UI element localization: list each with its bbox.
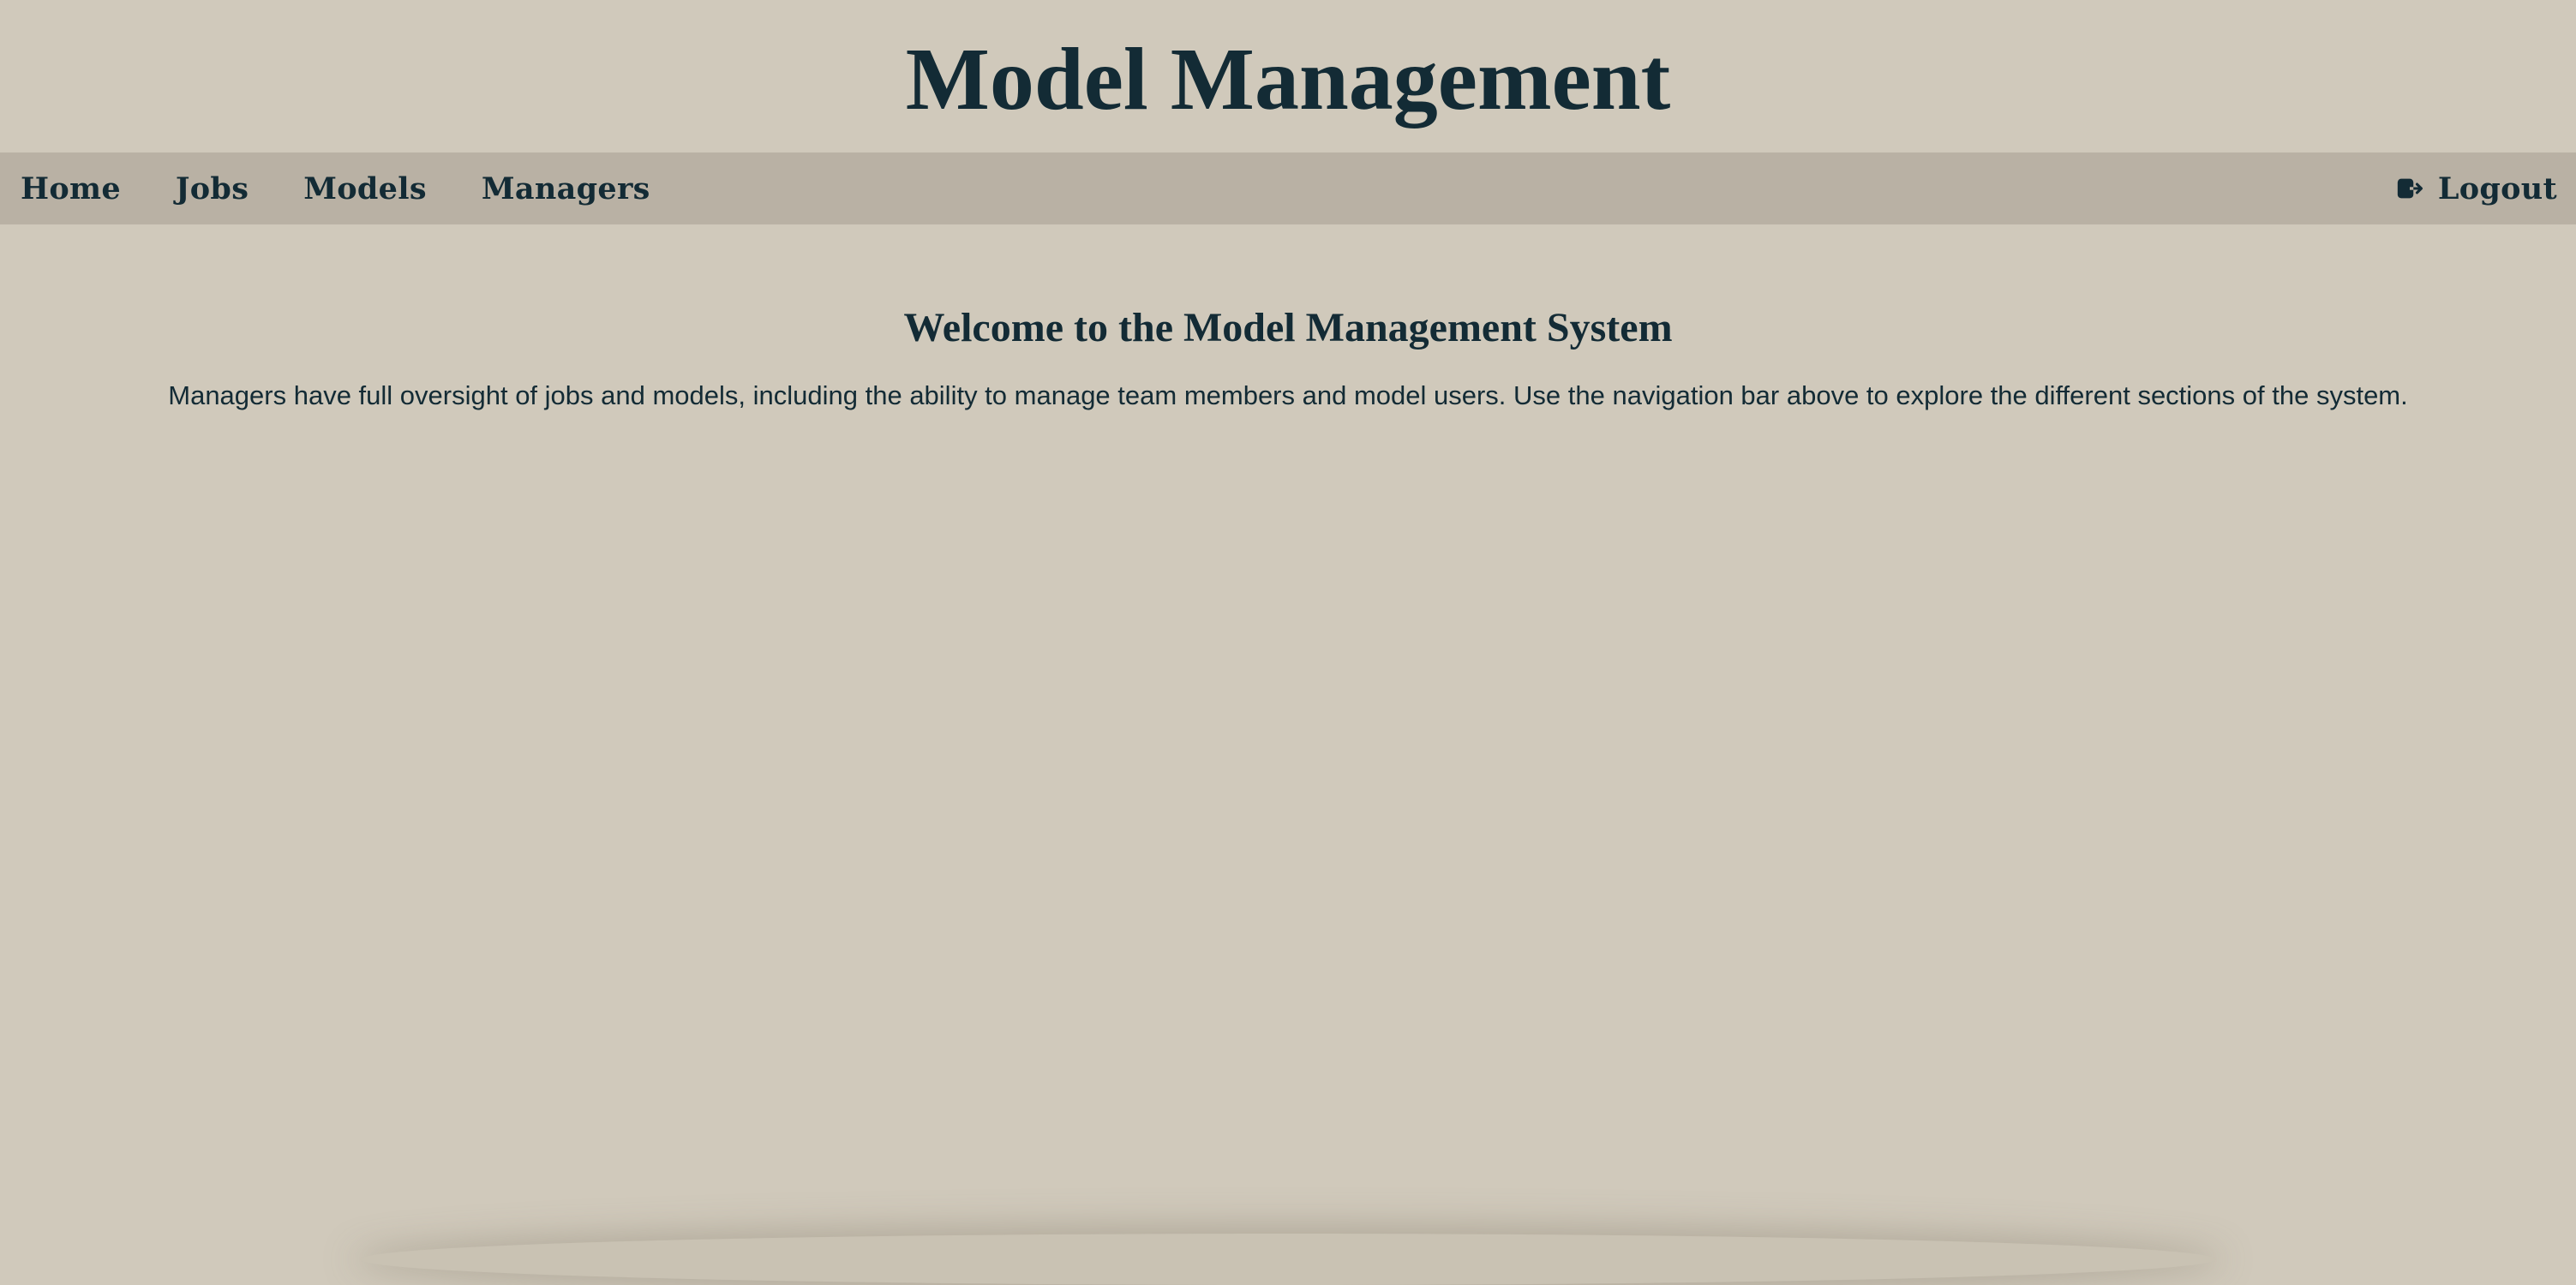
app-title: Model Management — [905, 30, 1671, 128]
logout-icon — [2397, 178, 2423, 199]
welcome-heading: Welcome to the Model Management System — [903, 305, 1673, 350]
logout-label: Logout — [2437, 170, 2557, 206]
main-content: Welcome to the Model Management System M… — [0, 224, 2576, 413]
nav-links: Home Jobs Models Managers — [21, 171, 650, 206]
bottom-shadow — [360, 1234, 2216, 1285]
nav-link-home[interactable]: Home — [21, 171, 121, 206]
nav-link-models[interactable]: Models — [303, 171, 427, 206]
welcome-description: Managers have full oversight of jobs and… — [168, 380, 2408, 410]
navbar: Home Jobs Models Managers Logout — [0, 152, 2576, 224]
app-header: Model Management — [0, 0, 2576, 152]
nav-link-managers[interactable]: Managers — [482, 171, 650, 206]
logout-button[interactable]: Logout — [2395, 171, 2557, 206]
nav-link-jobs[interactable]: Jobs — [176, 171, 249, 206]
